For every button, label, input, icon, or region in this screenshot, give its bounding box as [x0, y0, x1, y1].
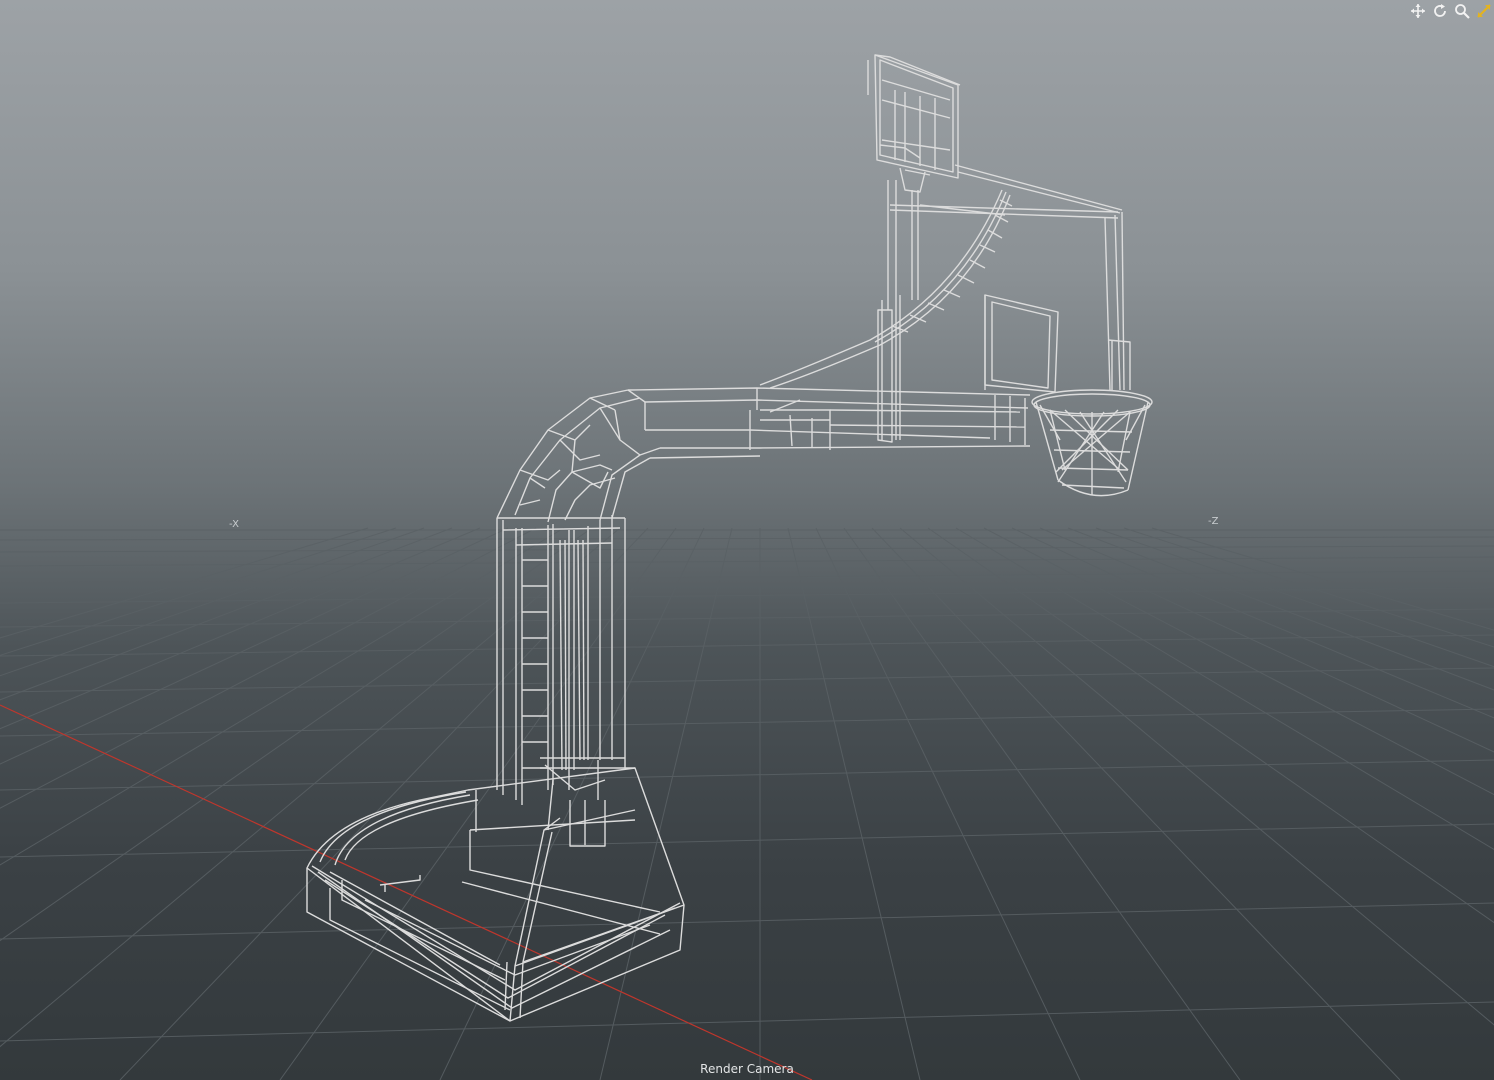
- target-frame: [984, 294, 1059, 393]
- base-frame: [306, 767, 685, 1022]
- ground-grid: [0, 527, 1494, 1080]
- grid-line: [0, 527, 425, 677]
- grid-line: [0, 545, 1494, 553]
- grid-line: [787, 527, 921, 1080]
- magnifier-icon: [1455, 4, 1470, 19]
- grid-line: [0, 823, 1494, 858]
- grid-line: [0, 902, 1494, 940]
- axis-label-neg-x: -X: [229, 519, 239, 530]
- grid-line: [899, 527, 1494, 1026]
- grid-line: [955, 527, 1494, 850]
- 3d-viewport[interactable]: -X -Z Render Camera: [0, 0, 1494, 1080]
- camera-name-label: Render Camera: [700, 1062, 794, 1076]
- grid-line: [599, 527, 733, 1080]
- grid-line: [0, 1001, 1494, 1042]
- grid-line: [439, 527, 705, 1080]
- grid-line: [0, 527, 621, 1048]
- tower-column: [496, 515, 635, 847]
- viewport-scene: [0, 54, 1494, 1080]
- grid-line: [0, 570, 1494, 584]
- upper-frame: [759, 164, 1131, 443]
- grid-line: [0, 759, 1494, 791]
- move-arrows-icon: [1411, 4, 1425, 18]
- orbit-tool-button[interactable]: [1430, 1, 1450, 21]
- grid-line: [1095, 527, 1494, 668]
- expand-arrow-icon: [1477, 4, 1491, 18]
- grid-line: [927, 527, 1494, 924]
- zoom-tool-button[interactable]: [1452, 1, 1472, 21]
- rotate-icon: [1434, 4, 1446, 17]
- grid-line: [1011, 527, 1494, 753]
- grid-line: [0, 634, 1494, 657]
- grid-line: [0, 536, 1494, 541]
- rim-and-net: [1031, 389, 1153, 497]
- grid-line: [843, 527, 1241, 1080]
- grid-line: [1039, 527, 1494, 719]
- backboard: [867, 54, 961, 179]
- grid-line: [0, 587, 1494, 604]
- horizontal-boom: [627, 387, 1031, 459]
- maximize-tool-button[interactable]: [1474, 1, 1494, 21]
- elbow-joint: [496, 389, 661, 523]
- grid-line: [815, 527, 1081, 1080]
- grid-line: [0, 667, 1494, 693]
- grid-line: [0, 527, 509, 765]
- viewport-nav-toolbar: [1408, 0, 1494, 22]
- axis-label-neg-z: -Z: [1208, 516, 1219, 527]
- grid-line: [0, 708, 1494, 737]
- grid-line: [0, 527, 369, 639]
- grid-line: [0, 556, 1494, 567]
- pan-tool-button[interactable]: [1408, 1, 1428, 21]
- x-axis-line: [0, 704, 813, 1080]
